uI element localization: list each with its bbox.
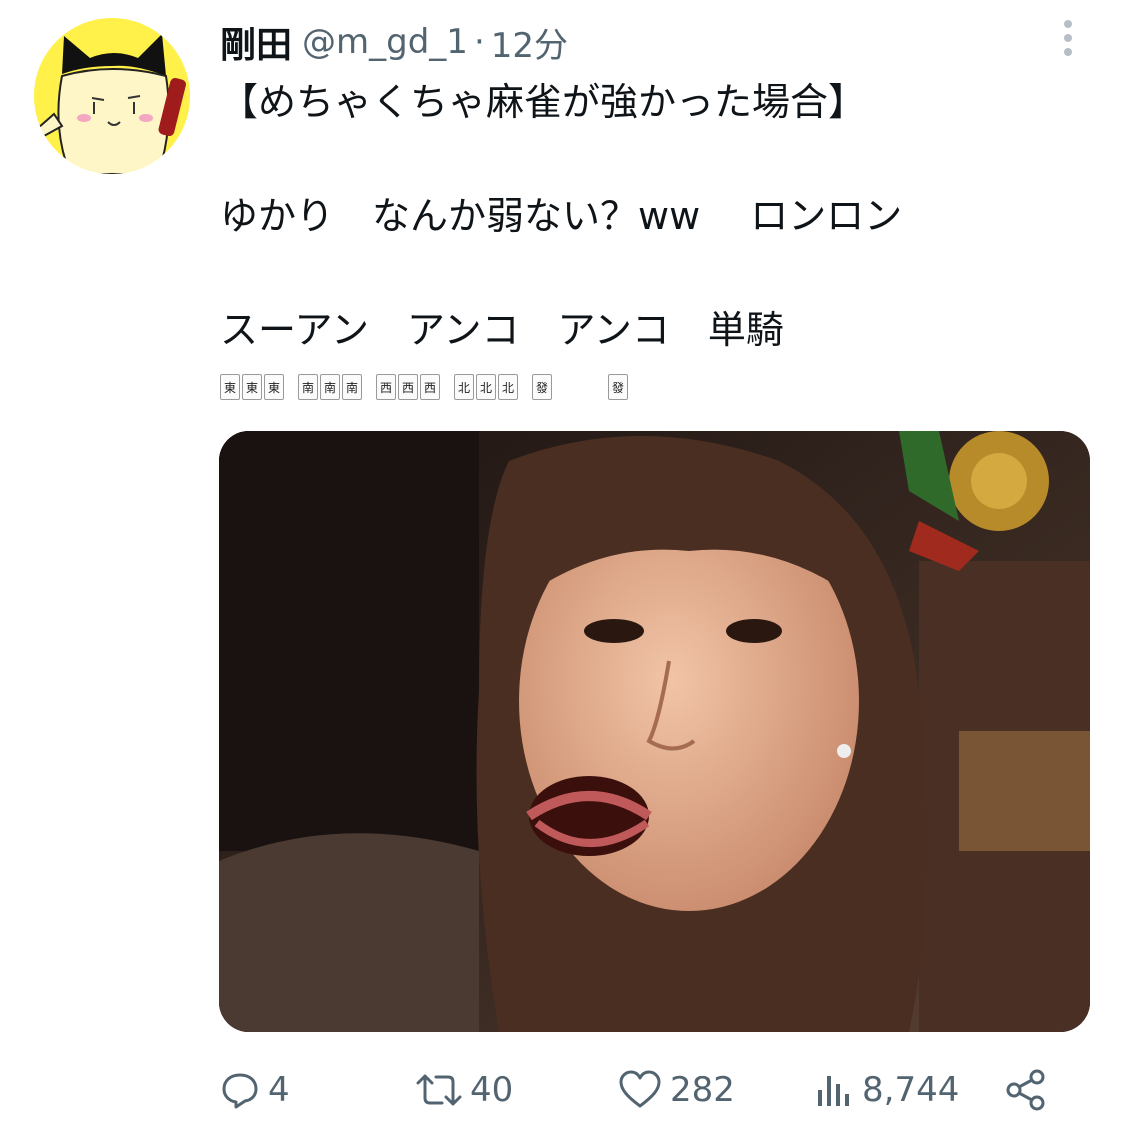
tweet-action-bar: 4 40 282 8,744 bbox=[220, 1060, 1060, 1120]
share-icon bbox=[1006, 1069, 1045, 1111]
user-handle[interactable]: @m_gd_1 bbox=[302, 22, 468, 62]
timestamp[interactable]: 12分 bbox=[491, 18, 568, 67]
green-dragon-tile-icon: 發 bbox=[608, 374, 628, 400]
south-wind-tile-icon: 南 bbox=[342, 374, 362, 400]
display-name[interactable]: 剛田 bbox=[220, 16, 292, 68]
reply-count: 4 bbox=[268, 1070, 290, 1110]
tweet-text-line-1: 【めちゃくちゃ麻雀が強かった場合】 bbox=[220, 80, 867, 124]
south-wind-tile-icon: 南 bbox=[298, 374, 318, 400]
tweet-text: 【めちゃくちゃ麻雀が強かった場合】 ゆかり なんか弱ない？ww ロンロン スーア… bbox=[220, 74, 1100, 358]
east-wind-tile-icon: 東 bbox=[220, 374, 240, 400]
mahjong-tiles-row: 東 東 東 南 南 南 西 西 西 北 北 北 發 發 bbox=[220, 372, 630, 402]
north-wind-tile-icon: 北 bbox=[498, 374, 518, 400]
tweet-text-line-2: ゆかり なんか弱ない？ww ロンロン bbox=[220, 194, 903, 238]
avatar-cat-illustration bbox=[34, 18, 190, 174]
views-icon bbox=[818, 1076, 849, 1106]
west-wind-tile-icon: 西 bbox=[420, 374, 440, 400]
west-wind-tile-icon: 西 bbox=[398, 374, 418, 400]
tweet-text-line-3: スーアン アンコ アンコ 単騎 bbox=[220, 308, 784, 352]
north-wind-tile-icon: 北 bbox=[476, 374, 496, 400]
retweet-icon bbox=[416, 1074, 462, 1106]
south-wind-tile-icon: 南 bbox=[320, 374, 340, 400]
reply-icon bbox=[222, 1073, 258, 1109]
like-icon bbox=[619, 1070, 661, 1108]
share-button[interactable] bbox=[1004, 1060, 1048, 1120]
more-options-button[interactable] bbox=[1048, 16, 1088, 60]
view-count: 8,744 bbox=[862, 1070, 960, 1110]
tweet-header: 剛田 @m_gd_1 · 12分 bbox=[220, 18, 568, 66]
retweet-button[interactable]: 40 bbox=[416, 1060, 513, 1120]
retweet-count: 40 bbox=[470, 1070, 514, 1110]
like-count: 282 bbox=[670, 1070, 735, 1110]
avatar[interactable] bbox=[34, 18, 190, 174]
photo-image bbox=[219, 431, 1090, 1032]
separator-dot: · bbox=[473, 22, 485, 62]
green-dragon-tile-icon: 發 bbox=[532, 374, 552, 400]
tweet-media-photo[interactable] bbox=[219, 431, 1090, 1032]
north-wind-tile-icon: 北 bbox=[454, 374, 474, 400]
west-wind-tile-icon: 西 bbox=[376, 374, 396, 400]
more-icon bbox=[1064, 20, 1072, 56]
east-wind-tile-icon: 東 bbox=[264, 374, 284, 400]
like-button[interactable]: 282 bbox=[618, 1060, 735, 1120]
reply-button[interactable]: 4 bbox=[220, 1060, 290, 1120]
east-wind-tile-icon: 東 bbox=[242, 374, 262, 400]
views-button[interactable]: 8,744 bbox=[814, 1060, 959, 1120]
